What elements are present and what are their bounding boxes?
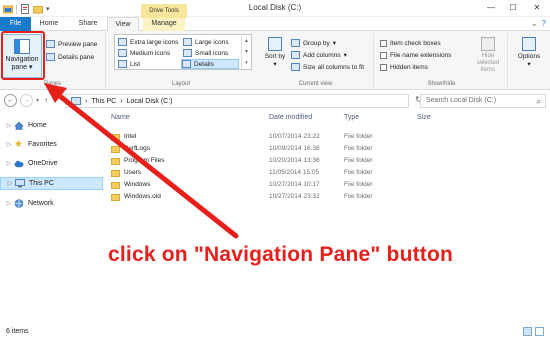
annotation-arrow (44, 83, 239, 239)
annotation-callout: click on "Navigation Pane" button (108, 243, 454, 266)
